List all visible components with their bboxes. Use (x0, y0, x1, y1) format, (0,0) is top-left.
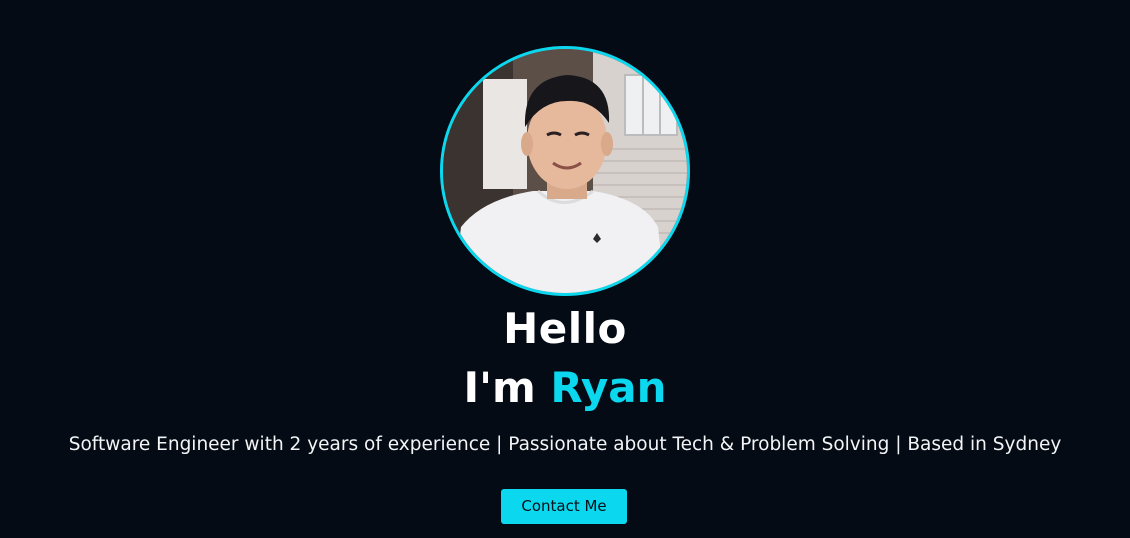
tagline-text: Software Engineer with 2 years of experi… (68, 434, 1062, 455)
name-highlight: Ryan (550, 363, 667, 412)
contact-me-button[interactable]: Contact Me (501, 489, 627, 524)
greeting-heading: Hello (503, 304, 627, 353)
profile-photo-illustration (443, 49, 687, 293)
intro-prefix: I'm (463, 363, 551, 412)
profile-photo (440, 46, 690, 296)
intro-heading: I'm Ryan (0, 360, 1130, 416)
hero-section: Hello I'm Ryan Software Engineer with 2 … (0, 0, 1130, 538)
